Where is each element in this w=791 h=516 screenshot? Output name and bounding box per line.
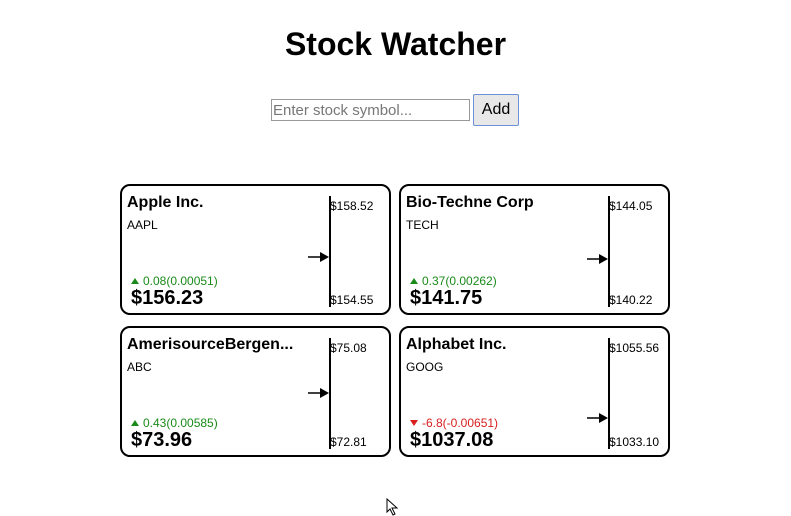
range-low-label: $72.81 bbox=[330, 435, 367, 449]
price-pointer-arrow-icon bbox=[587, 412, 608, 423]
stock-symbol: GOOG bbox=[406, 360, 444, 374]
change-direction-icon bbox=[131, 278, 139, 284]
stock-change-value: -6.8(-0.00651) bbox=[422, 416, 499, 430]
stock-symbol: TECH bbox=[406, 218, 439, 232]
price-pointer-arrow-icon bbox=[587, 254, 608, 265]
add-stock-form: Add bbox=[271, 94, 519, 126]
price-pointer-arrow-icon bbox=[308, 388, 329, 398]
stock-change: 0.37(0.00262) bbox=[410, 274, 497, 288]
stock-symbol: ABC bbox=[127, 360, 152, 374]
stock-change: 0.08(0.00051) bbox=[131, 274, 218, 288]
page-title: Stock Watcher bbox=[284, 26, 507, 62]
stock-card-goog[interactable]: Alphabet Inc. GOOG -6.8(-0.00651) $1037.… bbox=[399, 326, 670, 457]
stock-change: -6.8(-0.00651) bbox=[410, 416, 498, 430]
stock-symbol: AAPL bbox=[127, 218, 158, 232]
range-high-label: $158.52 bbox=[330, 199, 374, 213]
stock-symbol-input[interactable] bbox=[271, 99, 470, 121]
stock-change-value: 0.37(0.00262) bbox=[422, 274, 497, 288]
stock-price: $156.23 bbox=[131, 287, 204, 309]
stock-price: $1037.08 bbox=[410, 429, 494, 451]
range-low-label: $1033.10 bbox=[609, 435, 660, 449]
stock-price: $141.75 bbox=[410, 287, 483, 309]
change-direction-icon bbox=[410, 420, 418, 426]
range-low-label: $154.55 bbox=[330, 293, 374, 307]
change-direction-icon bbox=[131, 420, 139, 426]
add-button[interactable]: Add bbox=[473, 94, 519, 126]
stock-name: Apple Inc. bbox=[127, 194, 204, 211]
stock-change-value: 0.08(0.00051) bbox=[143, 274, 218, 288]
stock-change: 0.43(0.00585) bbox=[131, 416, 218, 430]
stock-name: Alphabet Inc. bbox=[406, 336, 507, 353]
change-direction-icon bbox=[410, 278, 418, 284]
stock-name: AmerisourceBergen... bbox=[127, 336, 294, 353]
stock-card-aapl[interactable]: Apple Inc. AAPL 0.08(0.00051) $156.23 $1… bbox=[120, 184, 391, 315]
price-pointer-arrow-icon bbox=[308, 252, 329, 263]
range-high-label: $144.05 bbox=[609, 199, 653, 213]
range-low-label: $140.22 bbox=[609, 293, 653, 307]
stock-price: $73.96 bbox=[131, 429, 193, 451]
mouse-cursor-icon bbox=[386, 498, 399, 516]
stock-card-abc[interactable]: AmerisourceBergen... ABC 0.43(0.00585) $… bbox=[120, 326, 391, 457]
range-high-label: $1055.56 bbox=[609, 341, 660, 355]
stock-card-tech[interactable]: Bio-Techne Corp TECH 0.37(0.00262) $141.… bbox=[399, 184, 670, 315]
stock-name: Bio-Techne Corp bbox=[406, 194, 534, 211]
stock-change-value: 0.43(0.00585) bbox=[143, 416, 218, 430]
range-high-label: $75.08 bbox=[330, 341, 367, 355]
